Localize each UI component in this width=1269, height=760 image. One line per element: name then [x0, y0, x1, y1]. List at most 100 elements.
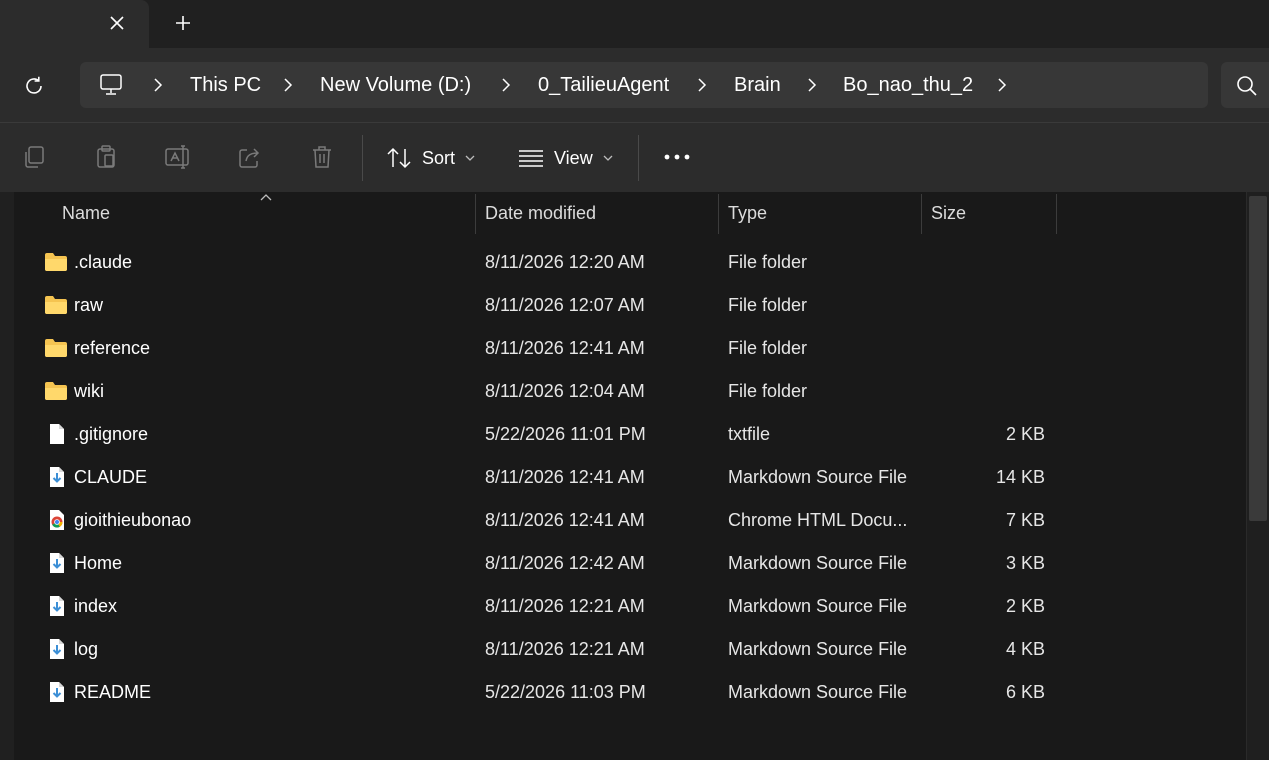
view-label: View — [554, 147, 593, 168]
navigation-pane-edge — [0, 192, 14, 760]
file-name: README — [74, 682, 152, 702]
markdown-file-icon — [44, 466, 68, 488]
share-icon — [239, 148, 260, 168]
column-divider[interactable] — [921, 194, 922, 234]
file-size: 2 KB — [1005, 424, 1045, 444]
refresh-button[interactable] — [14, 66, 54, 106]
file-date-modified: 8/11/2026 12:21 AM — [485, 639, 645, 659]
column-divider[interactable] — [1056, 194, 1057, 234]
clipboard-icon — [97, 145, 115, 168]
file-type: Markdown Source File — [728, 553, 908, 573]
delete-button[interactable] — [308, 143, 336, 171]
more-horizontal-icon — [664, 154, 690, 160]
tab-bar — [0, 0, 1269, 48]
file-row[interactable]: Home 8/11/2026 12:42 AM Markdown Source Fi… — [14, 542, 1246, 585]
search-icon — [1237, 76, 1257, 96]
file-row[interactable]: CLAUDE 8/11/2026 12:41 AM Markdown Source … — [14, 456, 1246, 499]
text-file-icon — [44, 423, 68, 445]
file-row[interactable]: reference 8/11/2026 12:41 AM File folder — [14, 327, 1246, 370]
rename-button[interactable] — [164, 143, 192, 171]
file-size: 3 KB — [1005, 553, 1045, 573]
breadcrumb-bo-nao-thu-2[interactable]: Bo_nao_thu_2 — [843, 62, 973, 108]
scrollbar-thumb[interactable] — [1249, 196, 1267, 521]
sort-label: Sort — [422, 147, 456, 168]
chevron-right-icon[interactable] — [498, 77, 514, 93]
file-type: Markdown Source File — [728, 639, 908, 659]
markdown-file-icon — [44, 681, 68, 703]
plus-icon — [176, 16, 190, 30]
file-type: Markdown Source File — [728, 467, 908, 487]
file-row[interactable]: raw 8/11/2026 12:07 AM File folder — [14, 284, 1246, 327]
close-icon — [110, 16, 124, 30]
chevron-down-icon — [465, 155, 475, 161]
breadcrumb-0-tailieuagent[interactable]: 0_TailieuAgent — [538, 62, 669, 108]
file-name: Home — [74, 553, 123, 573]
column-divider[interactable] — [718, 194, 719, 234]
column-divider[interactable] — [475, 194, 476, 234]
file-row[interactable]: gioithieubonao 8/11/2026 12:41 AM Chrome H… — [14, 499, 1246, 542]
chevron-right-icon[interactable] — [694, 77, 710, 93]
share-button[interactable] — [236, 143, 264, 171]
sort-icon — [387, 147, 411, 169]
paste-button[interactable] — [92, 143, 120, 171]
chevron-right-icon[interactable] — [150, 77, 166, 93]
file-size: 4 KB — [1005, 639, 1045, 659]
file-name: CLAUDE — [74, 467, 148, 487]
file-row[interactable]: index 8/11/2026 12:21 AM Markdown Source F… — [14, 585, 1246, 628]
file-size — [895, 241, 1045, 284]
file-row[interactable]: wiki 8/11/2026 12:04 AM File folder — [14, 370, 1246, 413]
file-size — [895, 370, 1045, 413]
command-bar: Sort View — [0, 122, 1269, 192]
folder-icon — [44, 380, 68, 402]
command-separator — [638, 135, 639, 181]
chevron-right-icon[interactable] — [804, 77, 820, 93]
file-type: File folder — [728, 338, 808, 358]
chevron-right-icon[interactable] — [994, 77, 1010, 93]
sort-button[interactable]: Sort — [386, 141, 475, 175]
breadcrumb-this-pc[interactable]: This PC — [190, 62, 261, 108]
column-header-size[interactable]: Size — [931, 192, 966, 234]
file-list: Name Date modified Type Size .claude 8/11… — [14, 192, 1246, 760]
file-type: txtfile — [728, 424, 771, 444]
file-date-modified: 8/11/2026 12:41 AM — [485, 467, 645, 487]
address-bar[interactable]: This PC New Volume (D:) 0_TailieuAgent B… — [80, 62, 1208, 108]
more-options-button[interactable] — [662, 143, 692, 171]
chrome-html-icon — [44, 509, 68, 531]
trash-icon — [313, 146, 331, 168]
file-date-modified: 8/11/2026 12:20 AM — [485, 252, 645, 272]
column-header-date-modified[interactable]: Date modified — [485, 192, 596, 234]
markdown-file-icon — [44, 638, 68, 660]
file-date-modified: 8/11/2026 12:07 AM — [485, 295, 645, 315]
close-tab-button[interactable] — [102, 8, 132, 38]
breadcrumb-new-volume[interactable]: New Volume (D:) — [320, 62, 471, 108]
file-name: raw — [74, 295, 104, 315]
markdown-file-icon — [44, 595, 68, 617]
search-box[interactable] — [1221, 62, 1269, 108]
file-type: Markdown Source File — [728, 596, 908, 616]
new-tab-button[interactable] — [168, 8, 198, 38]
file-type: Chrome HTML Docu... — [728, 510, 908, 530]
view-button[interactable]: View — [518, 141, 613, 175]
file-row[interactable]: README 5/22/2026 11:03 PM Markdown Source … — [14, 671, 1246, 714]
file-date-modified: 8/11/2026 12:42 AM — [485, 553, 645, 573]
folder-icon — [44, 251, 68, 273]
file-type: File folder — [728, 252, 808, 272]
file-date-modified: 5/22/2026 11:01 PM — [485, 424, 646, 444]
file-row[interactable]: .gitignore 5/22/2026 11:01 PM txtfile 2 KB — [14, 413, 1246, 456]
folder-icon — [44, 337, 68, 359]
active-tab[interactable] — [0, 0, 149, 48]
column-header-name[interactable]: Name — [62, 192, 110, 234]
this-pc-icon[interactable] — [98, 72, 124, 98]
file-date-modified: 8/11/2026 12:41 AM — [485, 510, 645, 530]
file-name: wiki — [74, 381, 104, 401]
chevron-right-icon[interactable] — [280, 77, 296, 93]
breadcrumb-brain[interactable]: Brain — [734, 62, 781, 108]
file-size: 7 KB — [1005, 510, 1045, 530]
column-header-type[interactable]: Type — [728, 192, 767, 234]
view-lines-icon — [519, 150, 543, 167]
copy-button[interactable] — [20, 143, 48, 171]
markdown-file-icon — [44, 552, 68, 574]
file-size: 6 KB — [1005, 682, 1045, 702]
file-row[interactable]: log 8/11/2026 12:21 AM Markdown Source Fil… — [14, 628, 1246, 671]
file-row[interactable]: .claude 8/11/2026 12:20 AM File folder — [14, 241, 1246, 284]
